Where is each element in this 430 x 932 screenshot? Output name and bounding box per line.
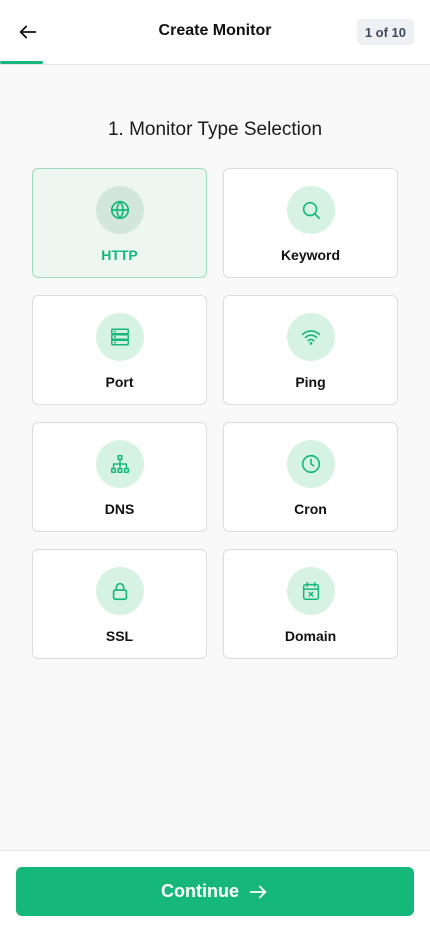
- progress-bar: [0, 61, 43, 64]
- icon-badge: [286, 567, 335, 615]
- monitor-type-domain[interactable]: Domain: [223, 549, 398, 659]
- server-icon: [110, 328, 129, 346]
- monitor-type-label: Cron: [294, 501, 327, 517]
- monitor-type-cron[interactable]: Cron: [223, 422, 398, 532]
- monitor-type-ping[interactable]: Ping: [223, 295, 398, 405]
- continue-label: Continue: [161, 881, 239, 901]
- app-header: Create Monitor 1 of 10: [0, 0, 430, 65]
- icon-badge: [95, 567, 144, 615]
- icon-badge: [286, 186, 335, 234]
- lock-icon: [112, 582, 127, 601]
- monitor-type-dns[interactable]: DNS: [32, 422, 207, 532]
- monitor-type-label: Keyword: [280, 247, 341, 263]
- monitor-type-ssl[interactable]: SSL: [32, 549, 207, 659]
- icon-badge: [95, 440, 144, 488]
- monitor-type-label: Ping: [295, 374, 326, 390]
- step-badge: 1 of 10: [356, 19, 414, 45]
- globe-icon: [110, 200, 129, 220]
- section-title: 1. Monitor Type Selection: [107, 119, 323, 140]
- monitor-type-label: SSL: [105, 628, 134, 644]
- monitor-type-grid: HTTP Keyword Port Ping DNS Cron SSL Doma…: [32, 168, 398, 659]
- footer-bar: Continue: [0, 850, 430, 932]
- network-icon: [110, 455, 129, 473]
- monitor-type-label: Port: [105, 374, 134, 390]
- icon-badge: [286, 440, 335, 488]
- monitor-type-port[interactable]: Port: [32, 295, 207, 405]
- wifi-icon: [301, 330, 320, 345]
- continue-button[interactable]: Continue: [16, 867, 414, 916]
- arrow-right-icon: [249, 885, 267, 898]
- icon-badge: [95, 313, 144, 361]
- monitor-type-keyword[interactable]: Keyword: [223, 168, 398, 278]
- monitor-type-label: Domain: [284, 628, 337, 644]
- monitor-type-http[interactable]: HTTP: [32, 168, 207, 278]
- search-icon: [302, 201, 320, 220]
- calendar-x-icon: [302, 582, 319, 600]
- monitor-type-label: DNS: [104, 501, 135, 517]
- icon-badge: [286, 313, 335, 361]
- monitor-type-label: HTTP: [101, 247, 138, 263]
- clock-icon: [301, 454, 320, 474]
- icon-badge: [95, 186, 144, 234]
